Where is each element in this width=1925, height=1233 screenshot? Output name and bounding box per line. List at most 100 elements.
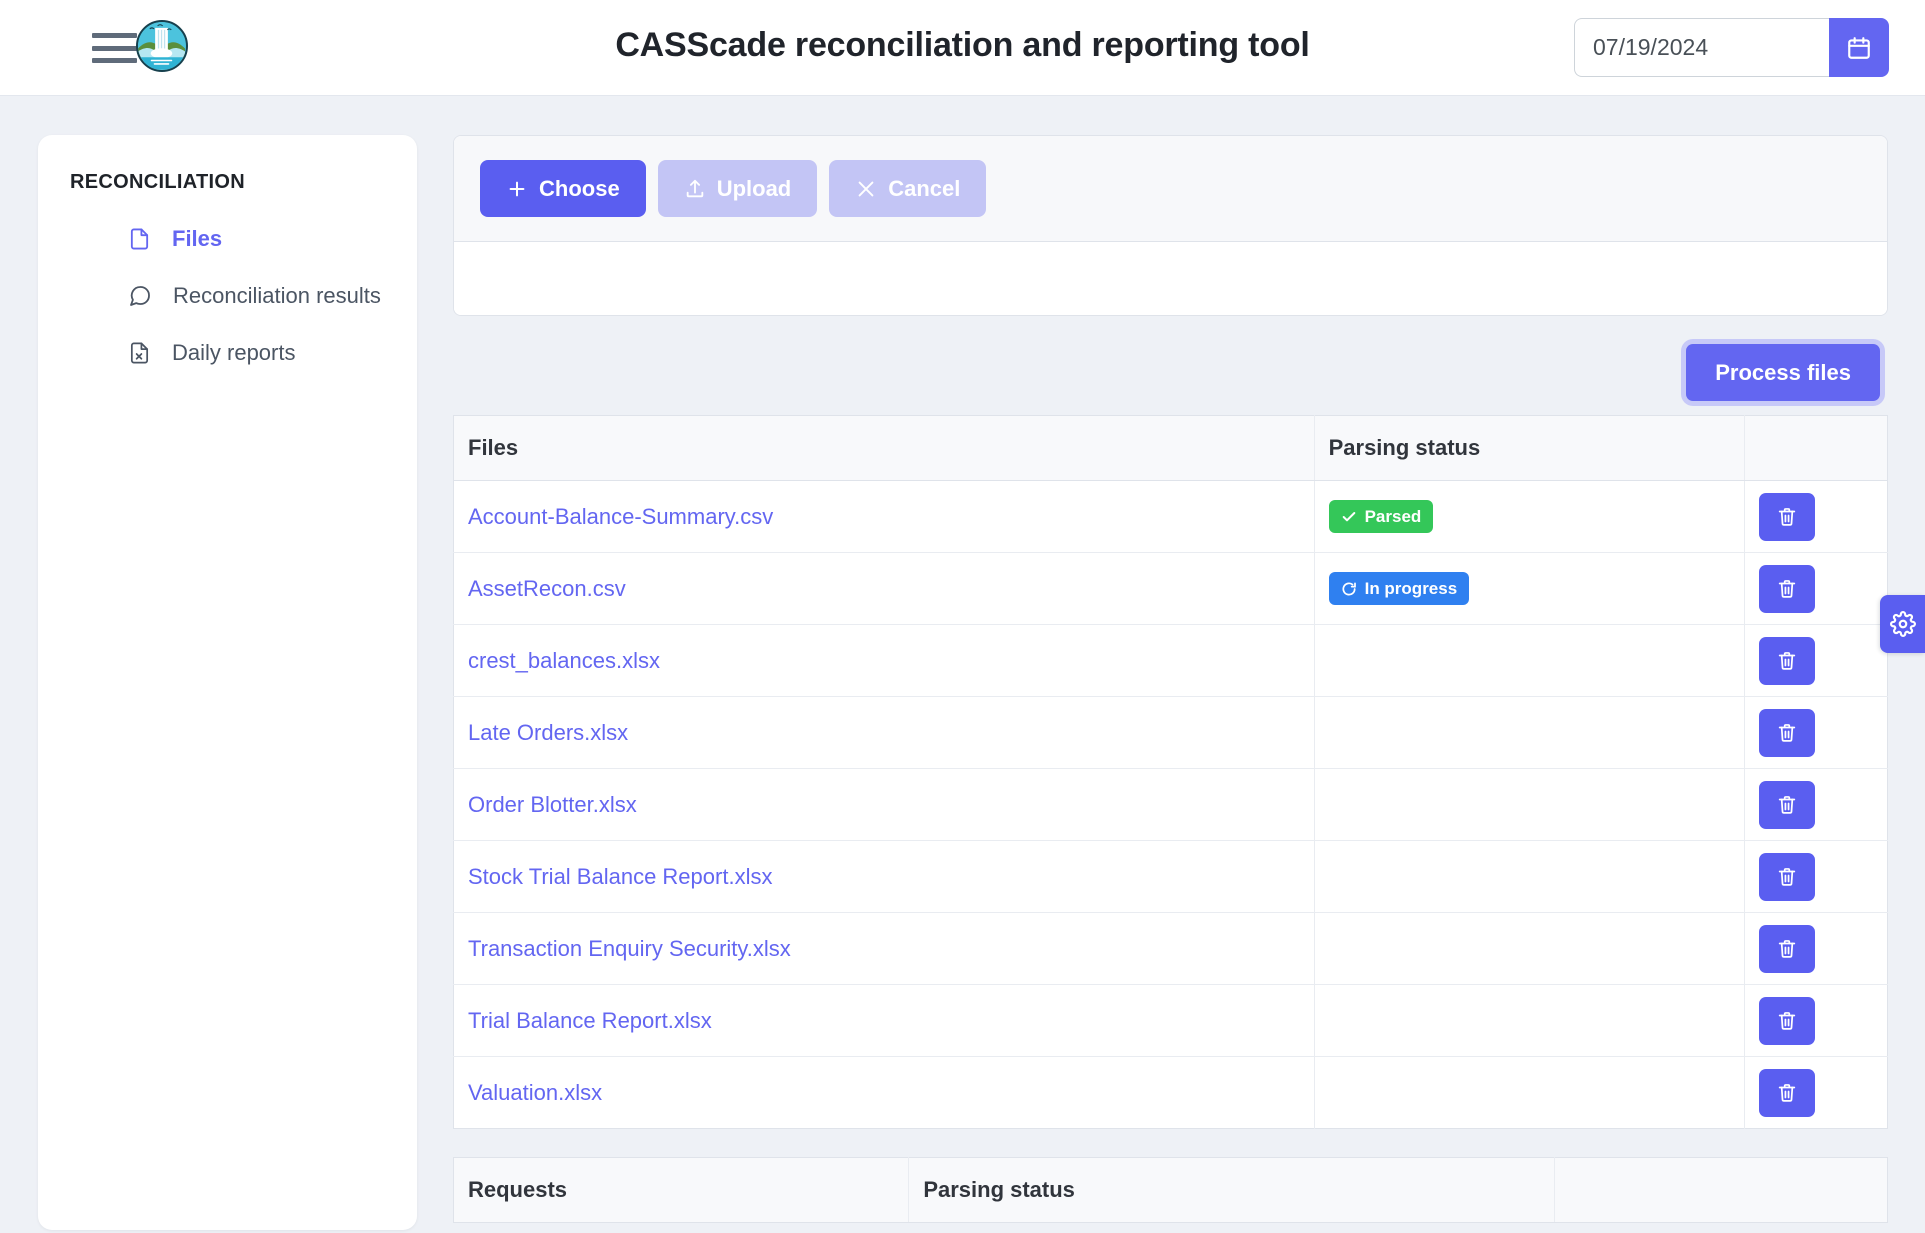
file-name-cell: Account-Balance-Summary.csv bbox=[454, 481, 1315, 553]
choose-button[interactable]: Choose bbox=[480, 160, 646, 217]
delete-file-button[interactable] bbox=[1759, 781, 1815, 829]
file-link[interactable]: AssetRecon.csv bbox=[468, 576, 626, 601]
sidebar-item-label: Files bbox=[172, 226, 222, 252]
requests-section: Requests Parsing status bbox=[453, 1157, 1888, 1223]
requests-parsing-status-column-header: Parsing status bbox=[909, 1158, 1554, 1223]
calendar-button[interactable] bbox=[1829, 18, 1889, 77]
table-row: AssetRecon.csv In progress bbox=[454, 553, 1888, 625]
delete-file-button[interactable] bbox=[1759, 853, 1815, 901]
delete-file-button[interactable] bbox=[1759, 565, 1815, 613]
delete-file-button[interactable] bbox=[1759, 925, 1815, 973]
row-actions-cell bbox=[1744, 913, 1887, 985]
trash-icon bbox=[1776, 794, 1798, 816]
plus-icon bbox=[506, 178, 528, 200]
trash-icon bbox=[1776, 1010, 1798, 1032]
process-files-button[interactable]: Process files bbox=[1686, 344, 1880, 401]
file-icon bbox=[128, 226, 151, 252]
sidebar-item-label: Reconciliation results bbox=[173, 283, 381, 309]
parsing-status-cell bbox=[1314, 625, 1744, 697]
requests-table: Requests Parsing status bbox=[453, 1157, 1888, 1223]
file-link[interactable]: Late Orders.xlsx bbox=[468, 720, 628, 745]
calendar-icon bbox=[1846, 35, 1872, 61]
comment-bubble-icon bbox=[128, 283, 152, 309]
files-table-body: Account-Balance-Summary.csv Parsed AssetRe… bbox=[454, 481, 1888, 1129]
parsing-status-cell bbox=[1314, 1057, 1744, 1129]
parsing-status-cell bbox=[1314, 985, 1744, 1057]
sidebar: RECONCILIATION Files Reconciliation resu… bbox=[38, 135, 417, 1230]
delete-file-button[interactable] bbox=[1759, 637, 1815, 685]
table-row: Valuation.xlsx bbox=[454, 1057, 1888, 1129]
file-link[interactable]: Transaction Enquiry Security.xlsx bbox=[468, 936, 791, 961]
spinner-icon bbox=[1341, 581, 1357, 597]
table-row: Stock Trial Balance Report.xlsx bbox=[454, 841, 1888, 913]
close-x-icon bbox=[855, 178, 877, 200]
process-files-row: Process files bbox=[453, 316, 1888, 415]
row-actions-cell bbox=[1744, 841, 1887, 913]
app-header: CASScade reconciliation and reporting to… bbox=[0, 0, 1925, 96]
status-badge-label: Parsed bbox=[1365, 507, 1422, 527]
sidebar-item-daily-reports[interactable]: Daily reports bbox=[38, 324, 417, 381]
file-link[interactable]: Account-Balance-Summary.csv bbox=[468, 504, 773, 529]
files-table: Files Parsing status Account-Balance-Sum… bbox=[453, 415, 1888, 1129]
parsing-status-cell bbox=[1314, 841, 1744, 913]
delete-file-button[interactable] bbox=[1759, 997, 1815, 1045]
trash-icon bbox=[1776, 506, 1798, 528]
file-name-cell: Transaction Enquiry Security.xlsx bbox=[454, 913, 1315, 985]
files-column-header: Files bbox=[454, 416, 1315, 481]
parsing-status-cell bbox=[1314, 697, 1744, 769]
upload-toolbar: Choose Upload Cancel bbox=[454, 136, 1887, 242]
row-actions-cell bbox=[1744, 769, 1887, 841]
sidebar-item-files[interactable]: Files bbox=[38, 210, 417, 267]
actions-column-header bbox=[1744, 416, 1887, 481]
file-dropzone[interactable] bbox=[454, 242, 1887, 315]
main-content: Choose Upload Cancel Process files bbox=[453, 135, 1888, 1223]
status-badge-label: In progress bbox=[1365, 579, 1458, 599]
delete-file-button[interactable] bbox=[1759, 493, 1815, 541]
table-row: crest_balances.xlsx bbox=[454, 625, 1888, 697]
parsing-status-column-header: Parsing status bbox=[1314, 416, 1744, 481]
date-input[interactable] bbox=[1574, 18, 1829, 77]
sidebar-nav: Files Reconciliation results Daily repor… bbox=[38, 210, 417, 381]
gear-icon bbox=[1890, 611, 1916, 637]
table-row: Transaction Enquiry Security.xlsx bbox=[454, 913, 1888, 985]
date-picker-group bbox=[1574, 18, 1889, 77]
parsing-status-cell bbox=[1314, 769, 1744, 841]
upload-button[interactable]: Upload bbox=[658, 160, 818, 217]
file-link[interactable]: Trial Balance Report.xlsx bbox=[468, 1008, 712, 1033]
row-actions-cell bbox=[1744, 481, 1887, 553]
sidebar-item-label: Daily reports bbox=[172, 340, 295, 366]
sidebar-item-reconciliation-results[interactable]: Reconciliation results bbox=[38, 267, 417, 324]
trash-icon bbox=[1776, 650, 1798, 672]
file-upload-panel: Choose Upload Cancel bbox=[453, 135, 1888, 316]
row-actions-cell bbox=[1744, 697, 1887, 769]
status-badge: In progress bbox=[1329, 572, 1470, 605]
delete-file-button[interactable] bbox=[1759, 1069, 1815, 1117]
parsing-status-cell bbox=[1314, 913, 1744, 985]
settings-panel-toggle[interactable] bbox=[1880, 595, 1925, 653]
requests-column-header: Requests bbox=[454, 1158, 909, 1223]
requests-table-head: Requests Parsing status bbox=[454, 1158, 1888, 1223]
parsing-status-cell: Parsed bbox=[1314, 481, 1744, 553]
file-name-cell: Order Blotter.xlsx bbox=[454, 769, 1315, 841]
file-link[interactable]: Order Blotter.xlsx bbox=[468, 792, 637, 817]
cancel-button-label: Cancel bbox=[888, 176, 960, 202]
file-link[interactable]: Valuation.xlsx bbox=[468, 1080, 602, 1105]
delete-file-button[interactable] bbox=[1759, 709, 1815, 757]
file-name-cell: AssetRecon.csv bbox=[454, 553, 1315, 625]
file-name-cell: Valuation.xlsx bbox=[454, 1057, 1315, 1129]
files-table-header-row: Files Parsing status bbox=[454, 416, 1888, 481]
requests-actions-column-header bbox=[1554, 1158, 1887, 1223]
file-name-cell: Stock Trial Balance Report.xlsx bbox=[454, 841, 1315, 913]
file-link[interactable]: Stock Trial Balance Report.xlsx bbox=[468, 864, 772, 889]
file-link[interactable]: crest_balances.xlsx bbox=[468, 648, 660, 673]
trash-icon bbox=[1776, 1082, 1798, 1104]
trash-icon bbox=[1776, 578, 1798, 600]
choose-button-label: Choose bbox=[539, 176, 620, 202]
cancel-button[interactable]: Cancel bbox=[829, 160, 986, 217]
check-icon bbox=[1341, 509, 1357, 525]
file-name-cell: Late Orders.xlsx bbox=[454, 697, 1315, 769]
row-actions-cell bbox=[1744, 1057, 1887, 1129]
trash-icon bbox=[1776, 866, 1798, 888]
file-name-cell: crest_balances.xlsx bbox=[454, 625, 1315, 697]
table-row: Order Blotter.xlsx bbox=[454, 769, 1888, 841]
